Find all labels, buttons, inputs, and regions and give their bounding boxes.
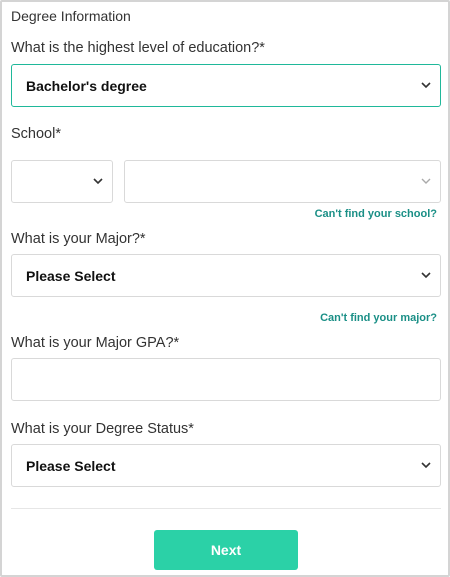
degree-status-select-value: Please Select xyxy=(26,457,116,474)
form-divider xyxy=(11,508,441,509)
school-name-select[interactable] xyxy=(124,160,441,203)
form-panel: Degree Information What is the highest l… xyxy=(0,0,450,577)
chevron-down-icon xyxy=(421,178,431,185)
chevron-down-icon xyxy=(421,461,431,469)
school-state-select[interactable] xyxy=(11,160,113,203)
degree-status-label: What is your Degree Status* xyxy=(11,421,194,437)
degree-status-select[interactable]: Please Select xyxy=(11,444,441,487)
chevron-down-icon xyxy=(421,271,431,279)
next-button[interactable]: Next xyxy=(154,530,298,570)
education-label: What is the highest level of education?* xyxy=(11,40,265,56)
gpa-input[interactable] xyxy=(11,358,441,401)
chevron-down-icon xyxy=(421,81,431,89)
major-select-value: Please Select xyxy=(26,267,116,284)
cant-find-school-link[interactable]: Can't find your school? xyxy=(315,208,437,220)
section-title: Degree Information xyxy=(11,8,131,24)
gpa-label: What is your Major GPA?* xyxy=(11,335,180,351)
chevron-down-icon xyxy=(93,177,103,185)
education-select-value: Bachelor's degree xyxy=(26,77,147,94)
major-label: What is your Major?* xyxy=(11,231,146,247)
major-select[interactable]: Please Select xyxy=(11,254,441,297)
school-label: School* xyxy=(11,126,61,142)
education-select[interactable]: Bachelor's degree xyxy=(11,64,441,107)
cant-find-major-link[interactable]: Can't find your major? xyxy=(320,312,437,324)
